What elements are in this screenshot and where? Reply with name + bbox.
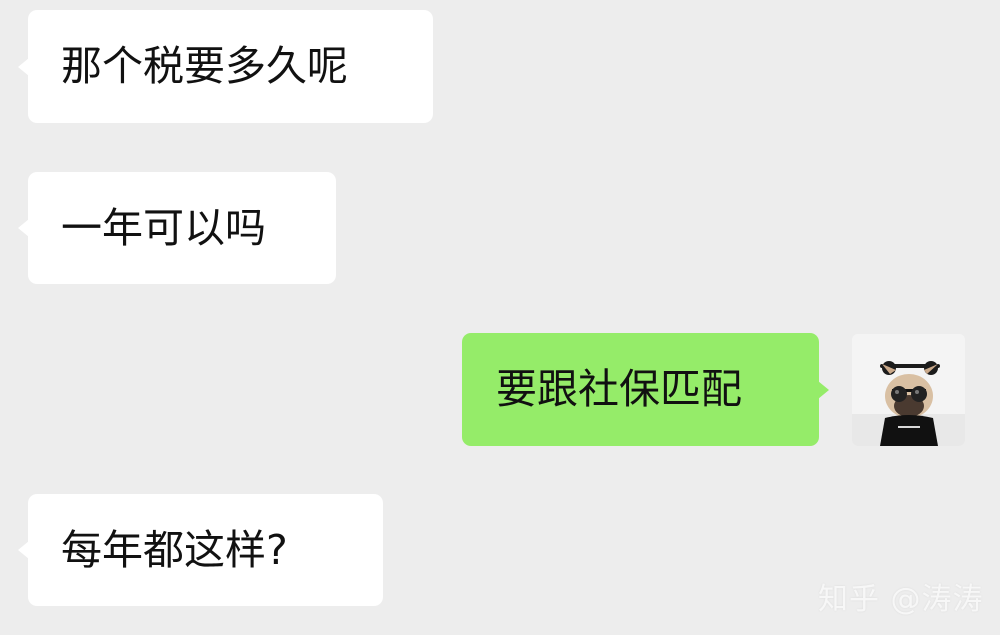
- incoming-message-bubble[interactable]: 那个税要多久呢: [18, 10, 433, 123]
- outgoing-message-bubble[interactable]: 要跟社保匹配: [462, 333, 829, 446]
- bubble-tail: [18, 219, 29, 237]
- incoming-message-bubble[interactable]: 一年可以吗: [18, 172, 336, 284]
- message-text: 一年可以吗: [61, 203, 266, 252]
- bubble-tail: [18, 541, 29, 559]
- bubble-tail: [818, 380, 829, 399]
- dog-with-sunglasses-avatar[interactable]: [852, 334, 965, 446]
- bubble-tail: [18, 57, 29, 76]
- message-text: 每年都这样?: [61, 525, 288, 574]
- message-text: 那个税要多久呢: [61, 42, 348, 90]
- dog-avatar-icon: [852, 334, 965, 446]
- incoming-message-bubble[interactable]: 每年都这样?: [18, 494, 383, 606]
- zhihu-watermark: 知乎 @涛涛: [818, 582, 984, 617]
- message-text: 要跟社保匹配: [496, 365, 742, 413]
